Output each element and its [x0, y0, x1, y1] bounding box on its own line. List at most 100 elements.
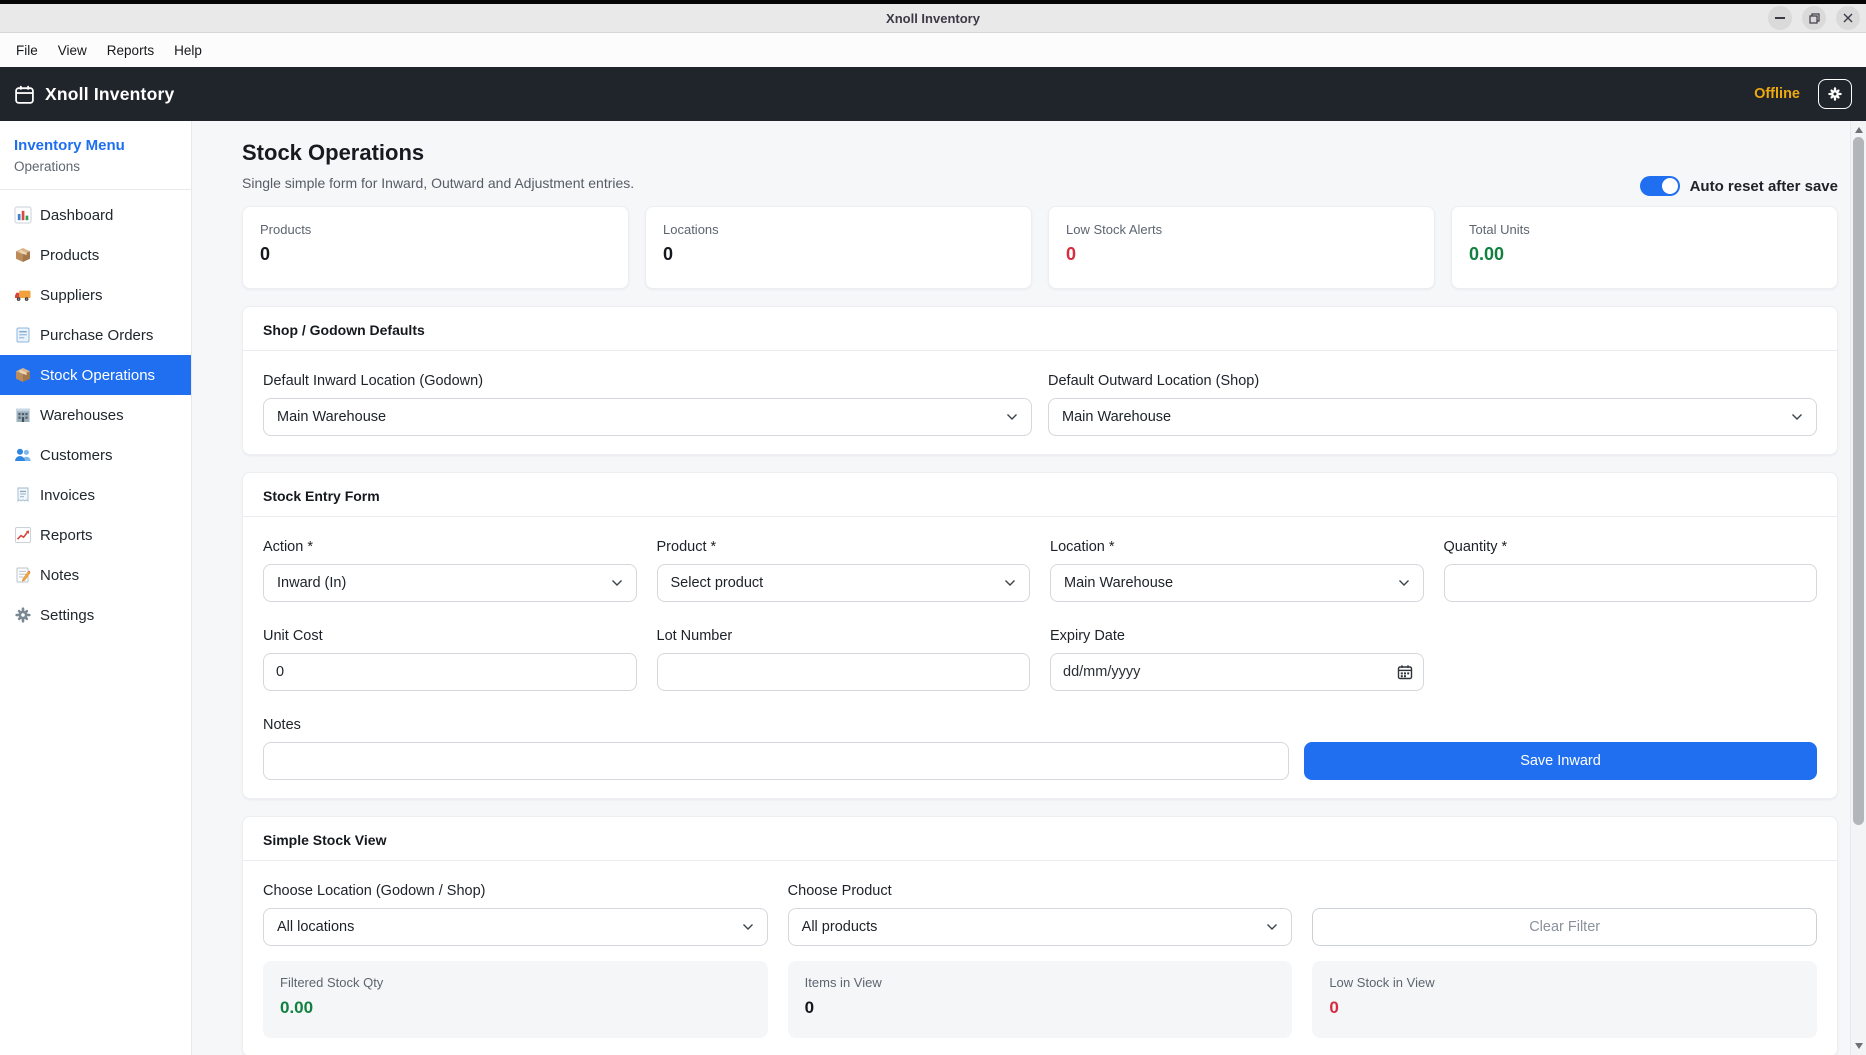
menu-view[interactable]: View	[48, 38, 97, 63]
stat-value: 0	[663, 244, 1014, 265]
simple-stock-view-card: Simple Stock View Choose Location (Godow…	[242, 816, 1838, 1055]
sidebar-item-reports[interactable]: Reports	[0, 515, 191, 555]
default-outward-location-select[interactable]: Main Warehouse	[1048, 398, 1817, 436]
field-label: Action *	[263, 539, 637, 555]
save-inward-button[interactable]: Save Inward	[1304, 742, 1817, 780]
location-field: Location * Main Warehouse	[1050, 539, 1424, 602]
menu-help[interactable]: Help	[164, 38, 212, 63]
sidebar-item-settings[interactable]: Settings	[0, 595, 191, 635]
stat-value: 0	[1066, 244, 1417, 265]
choose-location-select[interactable]: All locations	[263, 908, 768, 946]
location-select[interactable]: Main Warehouse	[1050, 564, 1424, 602]
offline-status-badge: Offline	[1754, 86, 1800, 102]
header-settings-button[interactable]	[1818, 79, 1852, 109]
product-field: Product * Select product	[657, 539, 1031, 602]
minimize-button[interactable]	[1768, 6, 1792, 30]
stats-row: Products 0 Locations 0 Low Stock Alerts …	[242, 206, 1838, 289]
default-outward-location-field: Default Outward Location (Shop) Main War…	[1048, 373, 1817, 436]
scroll-up-arrow-icon[interactable]	[1855, 127, 1863, 133]
sidebar-item-invoices[interactable]: Invoices	[0, 475, 191, 515]
default-inward-location-select[interactable]: Main Warehouse	[263, 398, 1032, 436]
scrollbar-thumb[interactable]	[1853, 137, 1864, 825]
vertical-scrollbar[interactable]	[1850, 121, 1866, 1055]
sidebar-item-purchase-orders[interactable]: Purchase Orders	[0, 315, 191, 355]
stat-card-products: Products 0	[242, 206, 629, 289]
stat-label: Low Stock Alerts	[1066, 222, 1417, 237]
chevron-down-icon	[1398, 579, 1410, 587]
gear-icon	[1827, 86, 1843, 102]
stat-card-total-units: Total Units 0.00	[1451, 206, 1838, 289]
sidebar-item-stock-operations[interactable]: Stock Operations	[0, 355, 191, 395]
restore-button[interactable]	[1802, 6, 1826, 30]
sidebar-item-label: Warehouses	[40, 407, 124, 424]
close-button[interactable]	[1836, 6, 1860, 30]
empty-cell	[1444, 628, 1818, 691]
sidebar-item-products[interactable]: Products	[0, 235, 191, 275]
sidebar-item-label: Dashboard	[40, 207, 113, 224]
package-icon	[14, 366, 32, 384]
low-stock-in-view-stat: Low Stock in View 0	[1312, 961, 1817, 1038]
sidebar-item-suppliers[interactable]: Suppliers	[0, 275, 191, 315]
action-select[interactable]: Inward (In)	[263, 564, 637, 602]
sidebar-menu-title: Inventory Menu	[14, 137, 177, 154]
truck-icon	[14, 286, 32, 304]
expiry-date-input[interactable]	[1050, 653, 1424, 691]
choose-product-select[interactable]: All products	[788, 908, 1293, 946]
menu-reports[interactable]: Reports	[97, 38, 164, 63]
sidebar-item-label: Suppliers	[40, 287, 103, 304]
notes-input[interactable]	[263, 742, 1289, 780]
sidebar-item-warehouses[interactable]: Warehouses	[0, 395, 191, 435]
sidebar-item-dashboard[interactable]: Dashboard	[0, 195, 191, 235]
chart-up-icon	[14, 526, 32, 544]
field-label: Location *	[1050, 539, 1424, 555]
sidebar-item-label: Stock Operations	[40, 367, 155, 384]
choose-location-field: Choose Location (Godown / Shop) All loca…	[263, 883, 768, 946]
window-controls	[1768, 6, 1860, 30]
select-value: Select product	[671, 575, 764, 591]
sidebar-item-label: Notes	[40, 567, 79, 584]
lot-number-input[interactable]	[657, 653, 1031, 691]
product-select[interactable]: Select product	[657, 564, 1031, 602]
unit-cost-field: Unit Cost	[263, 628, 637, 691]
toggle-knob	[1662, 178, 1678, 194]
sidebar: Inventory Menu Operations Dashboard Prod…	[0, 121, 192, 1055]
chevron-down-icon	[1004, 579, 1016, 587]
stock-entry-card-title: Stock Entry Form	[263, 488, 1817, 504]
app-title: Xnoll Inventory	[45, 84, 174, 105]
stat-value: 0	[260, 244, 611, 265]
stat-label: Total Units	[1469, 222, 1820, 237]
page-header: Stock Operations Single simple form for …	[242, 140, 1838, 191]
scroll-down-arrow-icon[interactable]	[1855, 1043, 1863, 1049]
chevron-down-icon	[1266, 923, 1278, 931]
lot-number-field: Lot Number	[657, 628, 1031, 691]
stat-label: Low Stock in View	[1329, 975, 1800, 990]
defaults-card-title: Shop / Godown Defaults	[263, 322, 1817, 338]
select-value: Main Warehouse	[1062, 409, 1171, 425]
sidebar-item-notes[interactable]: Notes	[0, 555, 191, 595]
page-title: Stock Operations	[242, 140, 1838, 166]
field-label: Unit Cost	[263, 628, 637, 644]
stat-value: 0.00	[280, 998, 751, 1018]
select-value: Main Warehouse	[1064, 575, 1173, 591]
field-label: Choose Location (Godown / Shop)	[263, 883, 768, 899]
auto-reset-control: Auto reset after save	[1640, 176, 1838, 196]
sidebar-item-label: Purchase Orders	[40, 327, 153, 344]
quantity-input[interactable]	[1444, 564, 1818, 602]
auto-reset-toggle[interactable]	[1640, 176, 1680, 196]
memo-pencil-icon	[14, 566, 32, 584]
chevron-down-icon	[1006, 413, 1018, 421]
choose-product-field: Choose Product All products	[788, 883, 1293, 946]
items-in-view-stat: Items in View 0	[788, 961, 1293, 1038]
unit-cost-input[interactable]	[263, 653, 637, 691]
titlebar: Xnoll Inventory	[0, 4, 1866, 33]
calendar-picker-icon[interactable]	[1397, 664, 1413, 680]
divider	[243, 516, 1837, 517]
sidebar-item-label: Invoices	[40, 487, 95, 504]
defaults-card: Shop / Godown Defaults Default Inward Lo…	[242, 306, 1838, 455]
menu-file[interactable]: File	[6, 38, 48, 63]
clear-filter-button[interactable]: Clear Filter	[1312, 908, 1817, 946]
stat-label: Products	[260, 222, 611, 237]
filtered-stock-qty-stat: Filtered Stock Qty 0.00	[263, 961, 768, 1038]
stat-value: 0	[1329, 998, 1800, 1018]
sidebar-item-customers[interactable]: Customers	[0, 435, 191, 475]
